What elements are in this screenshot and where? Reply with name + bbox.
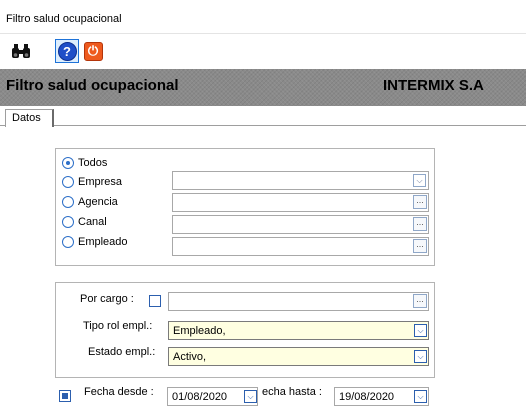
fecha-hasta-dropdown-icon[interactable]: ⌵	[414, 390, 427, 403]
radio-agencia[interactable]: Agencia	[62, 196, 118, 208]
company-name: INTERMIX S.A	[383, 77, 484, 94]
tipo-rol-dropdown-icon[interactable]: ⌵	[414, 324, 427, 337]
agencia-lookup-icon[interactable]: ...	[413, 195, 427, 209]
empleado-field[interactable]	[172, 237, 429, 256]
binoculars-icon	[12, 44, 30, 58]
radio-button[interactable]	[62, 236, 74, 248]
help-icon: ?	[57, 41, 77, 61]
radio-label: Empresa	[78, 176, 123, 188]
radio-label: Canal	[78, 216, 107, 228]
tab-strip: Datos	[0, 106, 526, 127]
date-range-checkbox[interactable]	[59, 390, 71, 402]
radio-button[interactable]	[62, 196, 74, 208]
power-icon: ⏻	[83, 41, 103, 61]
form-title: Filtro salud ocupacional	[6, 77, 179, 94]
fecha-hasta-label: echa hasta :	[262, 386, 322, 398]
por-cargo-checkbox[interactable]	[149, 295, 161, 307]
empresa-dropdown-icon[interactable]: ⌵	[413, 174, 426, 187]
toolbar: ? ⏻	[0, 35, 526, 69]
help-button[interactable]: ?	[55, 39, 79, 63]
exit-button[interactable]: ⏻	[81, 39, 105, 63]
estado-label: Estado empl.:	[88, 346, 156, 358]
radio-empleado[interactable]: Empleado	[62, 236, 128, 248]
estado-dropdown-icon[interactable]: ⌵	[414, 350, 427, 363]
tipo-rol-select[interactable]: Empleado,	[168, 321, 429, 340]
search-button[interactable]	[9, 39, 33, 63]
por-cargo-lookup-icon[interactable]: ...	[413, 294, 427, 308]
radio-canal[interactable]: Canal	[62, 216, 107, 228]
radio-button[interactable]	[62, 176, 74, 188]
radio-todos[interactable]: Todos	[62, 157, 107, 169]
empresa-field[interactable]	[172, 171, 429, 190]
window-title: Filtro salud ocupacional	[6, 13, 122, 25]
estado-select[interactable]: Activo,	[168, 347, 429, 366]
radio-label: Todos	[78, 157, 108, 169]
agencia-field[interactable]	[172, 193, 429, 212]
radio-button[interactable]	[62, 157, 74, 169]
canal-field[interactable]	[172, 215, 429, 234]
por-cargo-label: Por cargo :	[80, 293, 134, 305]
fecha-desde-dropdown-icon[interactable]: ⌵	[244, 390, 257, 403]
tab-datos[interactable]: Datos	[5, 109, 54, 127]
radio-empresa[interactable]: Empresa	[62, 176, 122, 188]
radio-label: Agencia	[78, 196, 118, 208]
canal-lookup-icon[interactable]: ...	[413, 217, 427, 231]
window-title-bar: Filtro salud ocupacional	[0, 0, 526, 34]
por-cargo-field[interactable]	[168, 292, 429, 311]
empleado-lookup-icon[interactable]: ...	[413, 239, 427, 253]
radio-button[interactable]	[62, 216, 74, 228]
fecha-desde-label: Fecha desde :	[84, 386, 154, 398]
radio-label: Empleado	[78, 236, 128, 248]
tipo-rol-label: Tipo rol empl.:	[83, 320, 153, 332]
header-band: Filtro salud ocupacional INTERMIX S.A	[0, 69, 526, 106]
